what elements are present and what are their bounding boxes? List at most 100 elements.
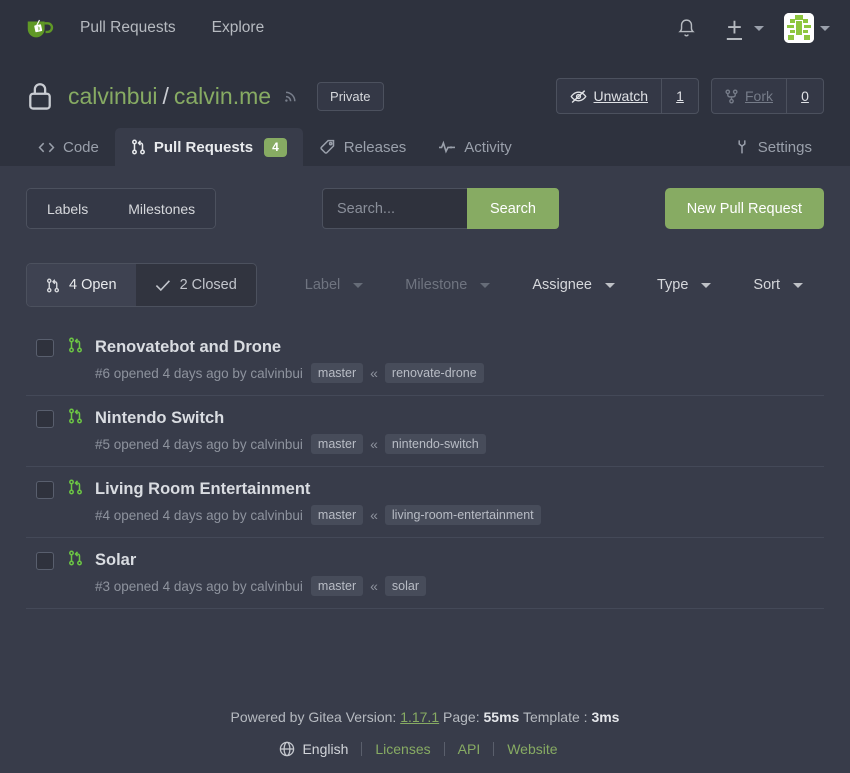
filter-assignee-text: Assignee bbox=[532, 277, 592, 293]
repo-name-link[interactable]: calvin.me bbox=[174, 83, 271, 110]
gitea-logo-link[interactable]: h bbox=[16, 13, 62, 43]
table-row[interactable]: Solar #3 opened 4 days ago by calvinbui … bbox=[26, 538, 824, 609]
pull-request-title[interactable]: Nintendo Switch bbox=[95, 407, 824, 429]
chevron-down-icon bbox=[604, 282, 615, 288]
filter-type-dropdown[interactable]: Type bbox=[636, 277, 732, 293]
footer-link-website[interactable]: Website bbox=[494, 741, 570, 757]
issue-filter-row: 4 Open 2 Closed Label Milestone Assignee… bbox=[26, 263, 824, 307]
chevron-down-icon bbox=[353, 282, 364, 288]
git-pull-request-icon bbox=[68, 550, 83, 596]
search-block: Search bbox=[321, 188, 559, 229]
new-pull-request-button[interactable]: New Pull Request bbox=[664, 188, 824, 229]
pull-request-meta: #4 opened 4 days ago by calvinbui master… bbox=[95, 505, 824, 525]
tab-settings[interactable]: Settings bbox=[718, 128, 828, 166]
filter-closed[interactable]: 2 Closed bbox=[135, 264, 256, 306]
fork-label: Fork bbox=[745, 88, 773, 104]
search-form: Search bbox=[321, 188, 559, 229]
create-new-button[interactable]: + bbox=[721, 14, 764, 43]
footer-link-licenses[interactable]: Licenses bbox=[362, 741, 443, 757]
git-pull-request-icon bbox=[131, 139, 146, 155]
filter-milestone-dropdown[interactable]: Milestone bbox=[384, 277, 511, 293]
chevron-down-icon bbox=[820, 25, 830, 31]
tab-pull-requests[interactable]: Pull Requests 4 bbox=[114, 128, 303, 166]
gitea-version-link[interactable]: 1.17.1 bbox=[400, 709, 439, 725]
nav-link-pull-requests[interactable]: Pull Requests bbox=[62, 0, 194, 56]
fork-icon bbox=[725, 88, 738, 104]
footer-status-line: Powered by Gitea Version: 1.17.1 Page: 5… bbox=[0, 699, 850, 725]
branch-arrow-icon: « bbox=[370, 436, 378, 452]
row-checkbox[interactable] bbox=[36, 481, 54, 499]
powered-by-label: Powered by Gitea Version: bbox=[230, 709, 397, 725]
head-branch-label: nintendo-switch bbox=[384, 434, 486, 454]
head-branch-label: living-room-entertainment bbox=[384, 505, 541, 525]
pulse-icon bbox=[438, 140, 456, 154]
pull-request-title[interactable]: Living Room Entertainment bbox=[95, 478, 824, 500]
filter-sort-dropdown[interactable]: Sort bbox=[732, 277, 824, 293]
base-branch-label: master bbox=[310, 505, 364, 525]
table-row[interactable]: Living Room Entertainment #4 opened 4 da… bbox=[26, 467, 824, 538]
language-selector[interactable]: English bbox=[302, 741, 348, 757]
state-filter-group: 4 Open 2 Closed bbox=[26, 263, 257, 307]
notifications-button[interactable] bbox=[669, 10, 705, 46]
filter-dropdowns: Label Milestone Assignee Type Sort bbox=[284, 277, 824, 293]
filter-open[interactable]: 4 Open bbox=[27, 264, 136, 306]
tab-activity[interactable]: Activity bbox=[422, 128, 528, 166]
table-row[interactable]: Renovatebot and Drone #6 opened 4 days a… bbox=[26, 325, 824, 396]
labels-link[interactable]: Labels bbox=[27, 189, 109, 228]
pull-request-title[interactable]: Solar bbox=[95, 549, 824, 571]
pull-request-meta: #6 opened 4 days ago by calvinbui master… bbox=[95, 363, 824, 383]
tab-releases[interactable]: Releases bbox=[303, 128, 423, 166]
base-branch-label: master bbox=[310, 363, 364, 383]
tab-pull-requests-label: Pull Requests bbox=[153, 138, 254, 156]
head-branch-label: solar bbox=[384, 576, 426, 596]
git-pull-request-icon bbox=[68, 408, 83, 454]
chevron-down-icon bbox=[480, 282, 491, 288]
table-row[interactable]: Nintendo Switch #5 opened 4 days ago by … bbox=[26, 396, 824, 467]
chevron-down-icon bbox=[701, 282, 712, 288]
pull-request-meta-text: #4 opened 4 days ago by calvinbui bbox=[95, 507, 303, 523]
repo-owner-link[interactable]: calvinbui bbox=[68, 83, 158, 110]
pull-request-meta: #3 opened 4 days ago by calvinbui master… bbox=[95, 576, 824, 596]
git-pull-request-icon bbox=[46, 278, 60, 293]
unwatch-button[interactable]: Unwatch bbox=[555, 78, 661, 114]
template-time-value: 3ms bbox=[591, 709, 620, 725]
rss-icon[interactable] bbox=[283, 88, 299, 104]
row-checkbox[interactable] bbox=[36, 339, 54, 357]
repo-title-row: calvinbui / calvin.me Private Unwatch 1 … bbox=[26, 70, 824, 122]
search-input[interactable] bbox=[321, 188, 467, 229]
filter-label-dropdown[interactable]: Label bbox=[284, 277, 384, 293]
row-body: Living Room Entertainment #4 opened 4 da… bbox=[95, 478, 824, 525]
pull-request-meta-text: #3 opened 4 days ago by calvinbui bbox=[95, 578, 303, 594]
filter-type-text: Type bbox=[656, 277, 689, 293]
pull-request-title[interactable]: Renovatebot and Drone bbox=[95, 336, 824, 358]
nav-link-explore[interactable]: Explore bbox=[194, 0, 283, 56]
pull-request-list: Renovatebot and Drone #6 opened 4 days a… bbox=[26, 325, 824, 609]
row-checkbox[interactable] bbox=[36, 410, 54, 428]
branch-arrow-icon: « bbox=[370, 365, 378, 381]
tab-code-label: Code bbox=[63, 138, 99, 156]
base-branch-label: master bbox=[310, 576, 364, 596]
tab-activity-label: Activity bbox=[464, 138, 512, 156]
main-content: Labels Milestones Search New Pull Reques… bbox=[0, 166, 850, 699]
row-checkbox[interactable] bbox=[36, 552, 54, 570]
filter-label-text: Label bbox=[304, 277, 341, 293]
bell-icon bbox=[677, 18, 696, 39]
private-badge: Private bbox=[317, 81, 384, 111]
branch-arrow-icon: « bbox=[370, 507, 378, 523]
base-branch-label: master bbox=[310, 434, 364, 454]
eye-slash-icon bbox=[570, 89, 587, 104]
user-menu-button[interactable] bbox=[784, 13, 830, 43]
footer-link-api[interactable]: API bbox=[445, 741, 494, 757]
repo-tab-bar: Code Pull Requests 4 Releases Activity S… bbox=[0, 122, 850, 166]
fork-button[interactable]: Fork bbox=[711, 78, 786, 114]
gitea-page: h Pull Requests Explore + calvinbui / ca… bbox=[0, 0, 850, 773]
repo-actions: Unwatch 1 Fork 0 bbox=[544, 78, 824, 114]
tab-settings-label: Settings bbox=[757, 138, 812, 156]
page-time-label: Page: bbox=[443, 709, 480, 725]
fork-count[interactable]: 0 bbox=[786, 78, 824, 114]
watch-count[interactable]: 1 bbox=[661, 78, 699, 114]
tab-code[interactable]: Code bbox=[22, 128, 115, 166]
filter-assignee-dropdown[interactable]: Assignee bbox=[511, 277, 636, 293]
search-button[interactable]: Search bbox=[466, 188, 559, 229]
milestones-link[interactable]: Milestones bbox=[108, 189, 216, 228]
